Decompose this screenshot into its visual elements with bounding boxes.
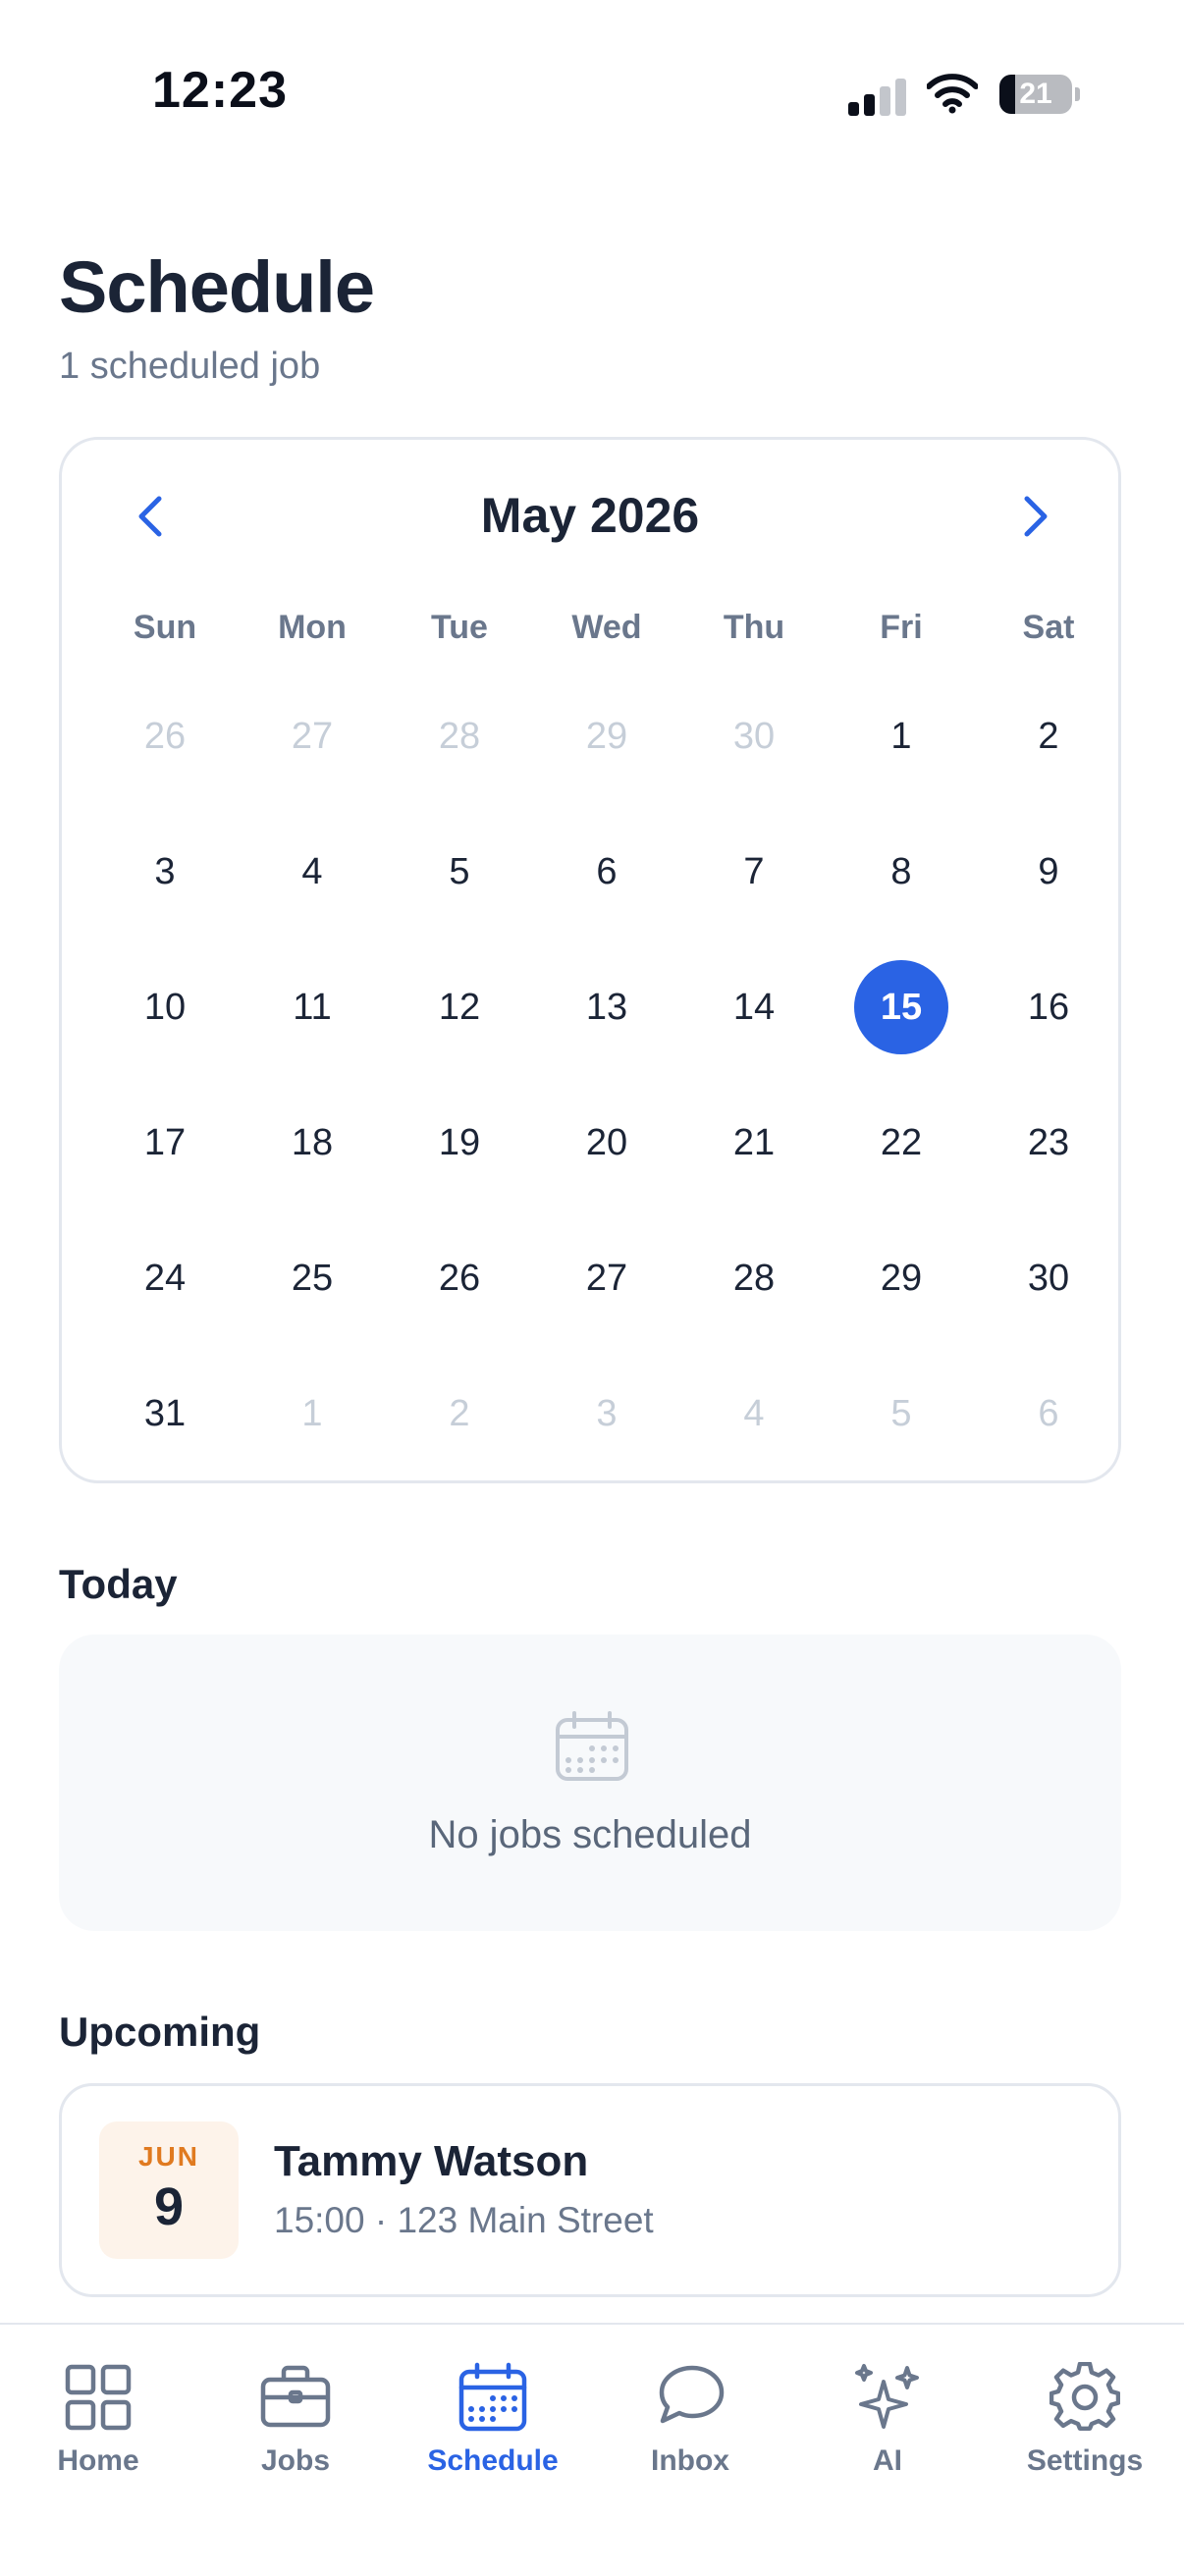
tab-ai[interactable]: AI [789, 2362, 986, 2478]
tab-jobs[interactable]: Jobs [197, 2362, 394, 2478]
page-subtitle: 1 scheduled job [59, 346, 321, 387]
today-empty-state: No jobs scheduled [59, 1635, 1121, 1931]
tab-inbox-label: Inbox [651, 2444, 729, 2477]
weekday-header: Sun [133, 609, 197, 646]
calendar-day[interactable]: 11 [265, 960, 359, 1054]
tab-settings[interactable]: Settings [987, 2362, 1183, 2478]
calendar-day[interactable]: 29 [560, 689, 654, 783]
chat-bubble-icon [659, 2365, 725, 2424]
calendar-day[interactable]: 12 [412, 960, 507, 1054]
sparkles-icon [855, 2364, 919, 2429]
weekday-header: Sat [1022, 609, 1075, 646]
calendar-day[interactable]: 5 [854, 1367, 948, 1461]
bottom-tab-bar: Home Jobs Schedule Inbox AI Settings [0, 2323, 1184, 2576]
gear-icon [1049, 2362, 1120, 2432]
calendar-day[interactable]: 3 [118, 825, 212, 919]
tab-settings-label: Settings [1026, 2444, 1144, 2477]
calendar-icon [458, 2362, 527, 2432]
calendar-day[interactable]: 27 [265, 689, 359, 783]
calendar-day[interactable]: 29 [854, 1231, 948, 1325]
battery-level: 21 [1019, 78, 1052, 110]
grid-icon [65, 2364, 132, 2431]
calendar-day[interactable]: 21 [707, 1096, 801, 1190]
calendar-day[interactable]: 30 [707, 689, 801, 783]
job-time-address: 15:00 · 123 Main Street [274, 2200, 654, 2240]
calendar-day[interactable]: 2 [412, 1367, 507, 1461]
chevron-right-icon [1024, 496, 1048, 537]
briefcase-icon [260, 2365, 331, 2428]
calendar-card: May 2026 Sun Mon Tue Wed Thu Fri Sat 26 27 28 29 30… [59, 437, 1121, 1483]
weekday-header: Fri [880, 609, 923, 646]
calendar-day[interactable]: 3 [560, 1367, 654, 1461]
calendar-day[interactable]: 7 [707, 825, 801, 919]
cellular-signal-icon [848, 77, 907, 116]
calendar-day[interactable]: 5 [412, 825, 507, 919]
calendar-day[interactable]: 30 [1001, 1231, 1096, 1325]
upcoming-section-title: Upcoming [59, 2009, 261, 2055]
weekday-header: Wed [571, 609, 642, 646]
calendar-day[interactable]: 18 [265, 1096, 359, 1190]
calendar-day[interactable]: 23 [1001, 1096, 1096, 1190]
calendar-day[interactable]: 20 [560, 1096, 654, 1190]
weekday-header: Mon [278, 609, 347, 646]
battery-icon: 21 [999, 75, 1080, 114]
calendar-day[interactable]: 27 [560, 1231, 654, 1325]
calendar-day[interactable]: 22 [854, 1096, 948, 1190]
job-date-month: JUN [137, 2141, 199, 2172]
calendar-day[interactable]: 10 [118, 960, 212, 1054]
calendar-day[interactable]: 17 [118, 1096, 212, 1190]
calendar-day[interactable]: 1 [854, 689, 948, 783]
calendar-day[interactable]: 24 [118, 1231, 212, 1325]
calendar-day[interactable]: 1 [265, 1367, 359, 1461]
tab-jobs-label: Jobs [260, 2444, 331, 2477]
job-date-day: 9 [153, 2177, 185, 2236]
tab-schedule-label: Schedule [427, 2444, 559, 2477]
tab-inbox[interactable]: Inbox [592, 2362, 788, 2478]
today-section-title: Today [59, 1561, 178, 1607]
job-client-name: Tammy Watson [274, 2137, 589, 2185]
tab-home[interactable]: Home [0, 2362, 196, 2478]
calendar-day[interactable]: 4 [707, 1367, 801, 1461]
calendar-day[interactable]: 26 [118, 689, 212, 783]
page-title: Schedule [59, 246, 375, 328]
calendar-day[interactable]: 13 [560, 960, 654, 1054]
calendar-day[interactable]: 26 [412, 1231, 507, 1325]
calendar-day[interactable]: 31 [118, 1367, 212, 1461]
weekday-header: Thu [723, 609, 785, 646]
calendar-day[interactable]: 8 [854, 825, 948, 919]
tab-schedule[interactable]: Schedule [395, 2362, 591, 2478]
next-month-button[interactable] [1006, 487, 1065, 546]
weekday-header: Tue [431, 609, 488, 646]
calendar-icon [556, 1711, 628, 1781]
empty-state-text: No jobs scheduled [428, 1813, 752, 1856]
calendar-day[interactable]: 14 [707, 960, 801, 1054]
calendar-day[interactable]: 2 [1001, 689, 1096, 783]
job-date-chip: JUN 9 [99, 2121, 239, 2259]
wifi-icon [926, 73, 979, 114]
calendar-day[interactable]: 25 [265, 1231, 359, 1325]
status-time: 12:23 [152, 62, 288, 119]
calendar-month-label: May 2026 [480, 488, 700, 543]
tab-ai-label: AI [873, 2444, 902, 2477]
calendar-day[interactable]: 19 [412, 1096, 507, 1190]
tab-home-label: Home [57, 2444, 139, 2477]
calendar-day[interactable]: 6 [560, 825, 654, 919]
upcoming-job-card[interactable]: JUN 9 Tammy Watson 15:00 · 123 Main Stre… [59, 2083, 1121, 2297]
calendar-day[interactable]: 28 [707, 1231, 801, 1325]
calendar-day[interactable]: 4 [265, 825, 359, 919]
calendar-day[interactable]: 16 [1001, 960, 1096, 1054]
calendar-day[interactable]: 6 [1001, 1367, 1096, 1461]
calendar-day[interactable]: 9 [1001, 825, 1096, 919]
calendar-day[interactable]: 28 [412, 689, 507, 783]
calendar-day-selected[interactable]: 15 [854, 960, 948, 1054]
